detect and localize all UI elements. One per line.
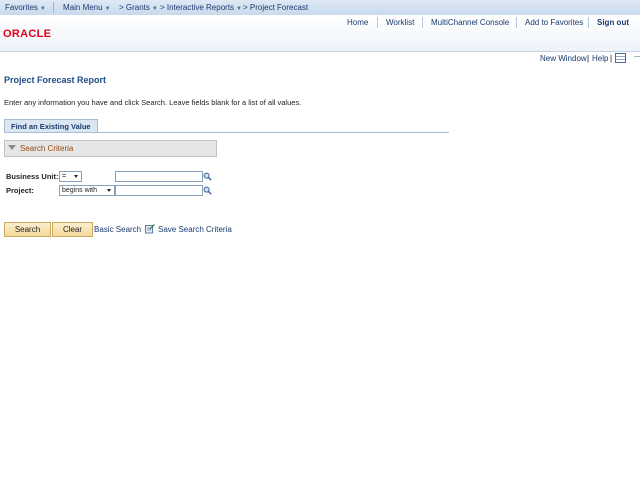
- instructions-text: Enter any information you have and click…: [4, 98, 302, 107]
- oracle-logo: ORACLE: [3, 28, 52, 40]
- clear-button[interactable]: Clear: [52, 222, 93, 237]
- home-link[interactable]: Home: [347, 18, 368, 27]
- page-title: Project Forecast Report: [4, 75, 107, 85]
- save-search-criteria-link[interactable]: Save Search Criteria: [158, 225, 232, 234]
- header-divider: [377, 17, 378, 28]
- basic-search-link[interactable]: Basic Search: [94, 225, 141, 234]
- new-window-link[interactable]: New Window: [540, 54, 587, 63]
- header-divider: [422, 17, 423, 28]
- chevron-down-icon: ▼: [104, 6, 111, 12]
- favorites-label: Favorites: [5, 3, 38, 12]
- breadcrumb-interactive-reports[interactable]: > Interactive Reports ▼: [160, 3, 242, 12]
- link-separator: |: [587, 54, 590, 63]
- project-label: Project:: [6, 186, 34, 195]
- chevron-down-icon: ▼: [151, 6, 158, 12]
- search-criteria-label: Search Criteria: [20, 144, 74, 153]
- project-operator-value: begins with: [62, 187, 98, 194]
- business-unit-operator-select[interactable]: =: [59, 171, 82, 182]
- search-criteria-header[interactable]: Search Criteria: [4, 140, 217, 157]
- multichannel-console-link[interactable]: MultiChannel Console: [431, 18, 509, 27]
- tab-underline: [4, 132, 449, 133]
- main-menu-label: Main Menu: [63, 3, 103, 12]
- sign-out-link[interactable]: Sign out: [597, 18, 629, 27]
- add-to-favorites-link[interactable]: Add to Favorites: [525, 18, 583, 27]
- business-unit-operator-value: =: [62, 173, 67, 180]
- breadcrumb-project-forecast: > Project Forecast: [243, 3, 309, 12]
- business-unit-input[interactable]: [115, 171, 203, 182]
- main-menu[interactable]: Main Menu ▼: [63, 3, 111, 12]
- project-operator-select[interactable]: begins with: [59, 185, 115, 196]
- tab-find-existing-value[interactable]: Find an Existing Value: [4, 119, 98, 133]
- menu-divider: [53, 2, 54, 13]
- header-divider: [588, 17, 589, 28]
- favorites-menu[interactable]: Favorites ▼: [5, 3, 46, 12]
- search-button[interactable]: Search: [4, 222, 51, 237]
- lookup-magnifier-icon[interactable]: [203, 172, 212, 181]
- breadcrumb-grants[interactable]: > Grants ▼: [119, 3, 158, 12]
- link-separator: |: [610, 54, 613, 63]
- lookup-magnifier-icon[interactable]: [203, 186, 212, 195]
- personalize-page-icon[interactable]: [615, 53, 626, 63]
- breadcrumb-interactive-reports-label: > Interactive Reports: [160, 3, 235, 12]
- project-input[interactable]: [115, 185, 203, 196]
- save-search-criteria-icon[interactable]: [145, 224, 155, 234]
- chevron-down-icon: ▼: [236, 6, 242, 12]
- collapse-triangle-icon: [8, 145, 16, 150]
- dropdown-arrow-icon: [74, 175, 78, 178]
- breadcrumb-grants-label: > Grants: [119, 3, 150, 12]
- chevron-down-icon: ▼: [39, 6, 46, 12]
- help-link[interactable]: Help: [592, 54, 608, 63]
- business-unit-label: Business Unit:: [6, 172, 59, 181]
- divider: [634, 56, 640, 57]
- worklist-link[interactable]: Worklist: [386, 18, 414, 27]
- dropdown-arrow-icon: [107, 189, 111, 192]
- menu-bar: Favorites ▼ Main Menu ▼ > Grants ▼ > Intera…: [0, 0, 640, 16]
- header-divider: [516, 17, 517, 28]
